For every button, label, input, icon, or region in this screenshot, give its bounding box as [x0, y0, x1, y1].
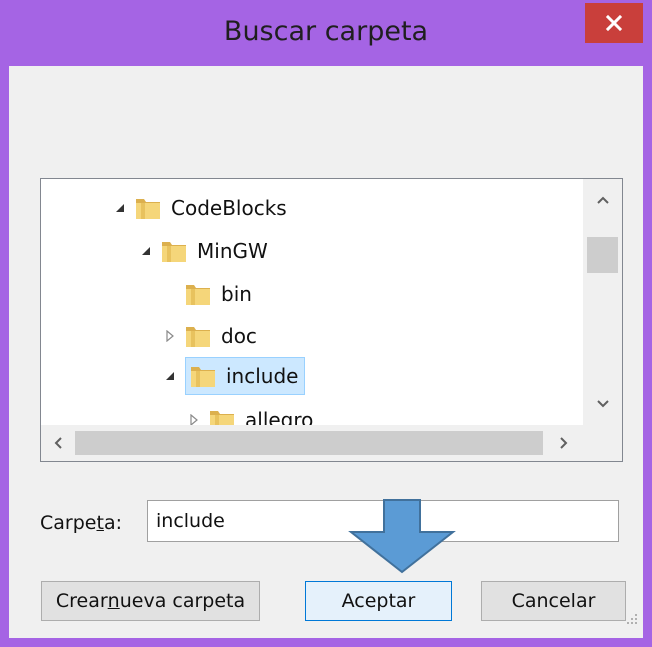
- folder-icon: [162, 242, 186, 262]
- folder-icon: [136, 199, 160, 219]
- chevron-left-icon: [54, 437, 62, 449]
- expanded-arrow-icon[interactable]: [137, 242, 155, 260]
- tree-item-label: include: [226, 364, 299, 388]
- vertical-scroll-thumb[interactable]: [587, 237, 618, 273]
- tree-item-label: MinGW: [197, 239, 268, 263]
- label-accelerator: t: [96, 512, 104, 534]
- tree-item-label: doc: [221, 324, 257, 348]
- horizontal-scroll-thumb[interactable]: [75, 431, 543, 455]
- button-text: Crear: [55, 590, 108, 612]
- folder-icon: [191, 367, 215, 387]
- tree-item-doc[interactable]: doc: [161, 319, 257, 353]
- folder-browser-dialog: Buscar carpeta CodeBlocks MinGW bin doc …: [0, 0, 652, 647]
- scroll-down-button[interactable]: [583, 387, 622, 421]
- button-text: ueva carpeta: [119, 590, 246, 612]
- expanded-arrow-icon[interactable]: [161, 367, 179, 385]
- folder-field-label: Carpeta:: [40, 512, 122, 534]
- tree-item-bin[interactable]: bin: [161, 277, 252, 311]
- cancel-button[interactable]: Cancelar: [481, 581, 626, 621]
- collapsed-arrow-icon[interactable]: [161, 327, 179, 345]
- scrollbar-corner: [583, 425, 622, 461]
- chevron-up-icon: [596, 196, 609, 204]
- new-folder-button[interactable]: Crear n ueva carpeta: [41, 581, 260, 621]
- scroll-left-button[interactable]: [41, 425, 75, 461]
- expander-placeholder: [161, 285, 179, 303]
- folder-icon: [186, 327, 210, 347]
- label-text: Carpe: [40, 512, 97, 534]
- vertical-scrollbar[interactable]: [583, 179, 622, 425]
- horizontal-scrollbar[interactable]: [41, 425, 583, 461]
- down-arrow-icon: [348, 499, 456, 574]
- scroll-up-button[interactable]: [583, 183, 622, 217]
- tree-item-label: bin: [221, 282, 252, 306]
- close-button[interactable]: [585, 3, 643, 43]
- dialog-body: CodeBlocks MinGW bin doc include allegro…: [9, 66, 643, 638]
- tree-item-include[interactable]: include: [161, 357, 306, 395]
- expanded-arrow-icon[interactable]: [111, 199, 129, 217]
- button-accelerator: n: [107, 590, 120, 612]
- resize-grip-icon[interactable]: [623, 610, 639, 626]
- tree-item-codeblocks[interactable]: CodeBlocks: [111, 191, 287, 225]
- accept-button[interactable]: Aceptar: [305, 581, 452, 621]
- folder-icon: [186, 285, 210, 305]
- title-bar[interactable]: Buscar carpeta: [0, 0, 652, 66]
- folder-tree[interactable]: CodeBlocks MinGW bin doc include allegro: [40, 178, 623, 462]
- chevron-right-icon: [560, 437, 568, 449]
- close-icon: [605, 14, 623, 32]
- scroll-right-button[interactable]: [547, 425, 581, 461]
- chevron-down-icon: [596, 400, 609, 408]
- dialog-title: Buscar carpeta: [223, 16, 429, 47]
- tree-item-mingw[interactable]: MinGW: [137, 234, 268, 268]
- label-text: a:: [103, 512, 122, 534]
- tree-item-label: CodeBlocks: [171, 196, 287, 220]
- selected-item-highlight[interactable]: include: [185, 357, 306, 395]
